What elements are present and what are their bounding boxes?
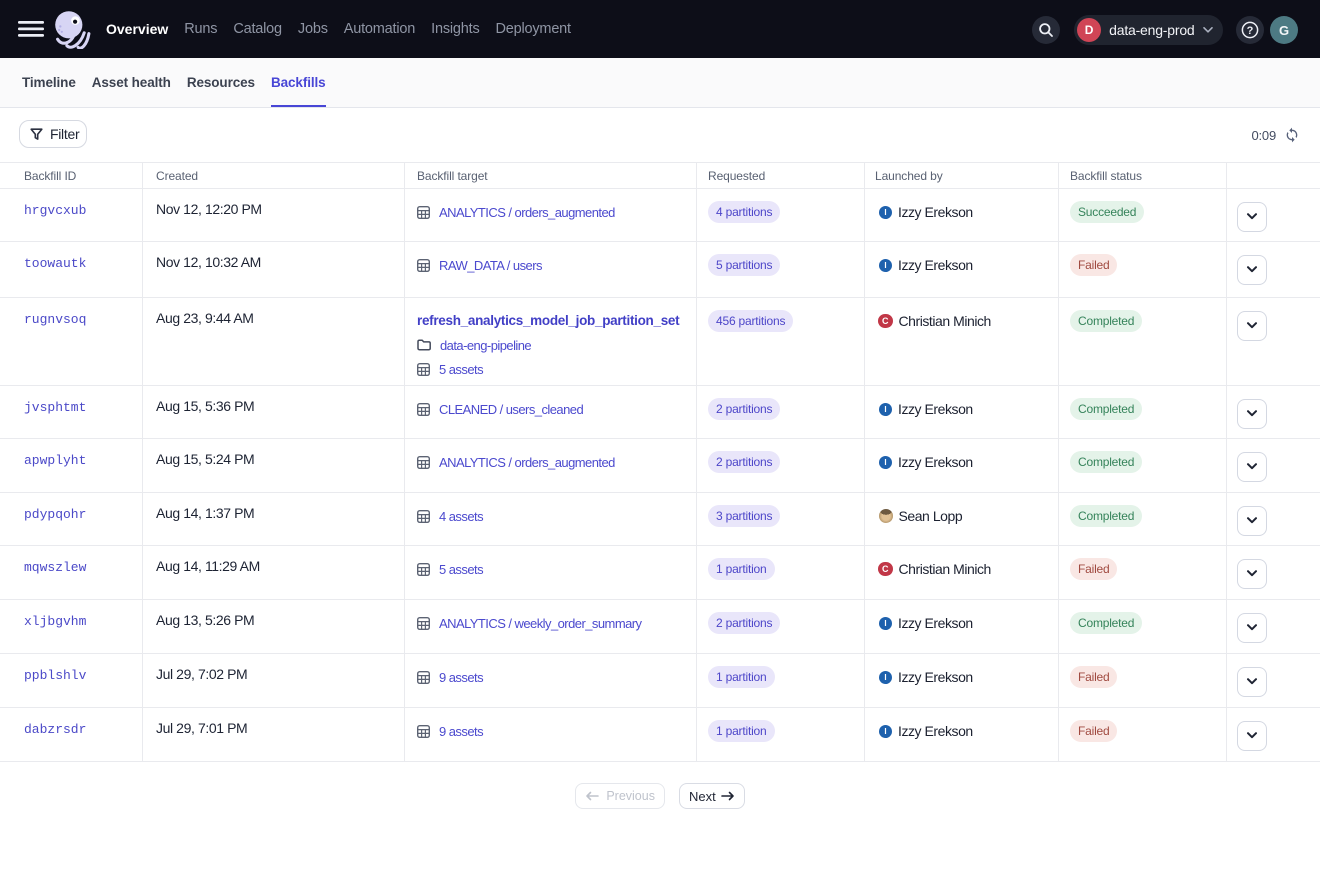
- svg-text:?: ?: [1246, 25, 1253, 37]
